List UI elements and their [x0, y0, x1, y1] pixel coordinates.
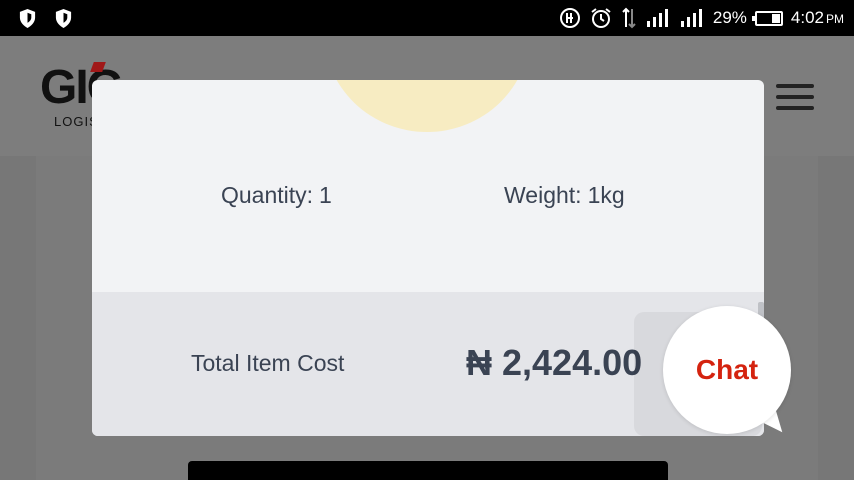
shield-icon: [55, 9, 72, 28]
weight-value: 1kg: [587, 182, 625, 208]
chat-label: Chat: [695, 354, 759, 385]
signal-icon: [680, 9, 702, 27]
alarm-icon: [591, 8, 611, 28]
quantity-value: 1: [319, 182, 332, 208]
quantity-detail: Quantity: 1: [221, 182, 332, 209]
data-transfer-icon: [622, 7, 636, 29]
clock: 4:02 PM: [790, 8, 844, 27]
weight-label: Weight:: [504, 182, 582, 208]
menu-icon[interactable]: [776, 84, 814, 110]
total-label: Total Item Cost: [191, 350, 345, 376]
weight-detail: Weight: 1kg: [504, 182, 625, 209]
battery-percent: 29%: [712, 8, 747, 27]
total-value: ₦ 2,424.00: [466, 342, 643, 383]
background-button[interactable]: [188, 461, 668, 480]
battery-icon: [751, 10, 783, 26]
shield-icon: [19, 9, 36, 28]
chat-button[interactable]: Chat: [663, 306, 791, 434]
signal-icon: [646, 9, 668, 27]
data-saver-icon: [559, 8, 580, 28]
status-bar: 29% 4:02 PM: [0, 0, 854, 36]
quantity-label: Quantity:: [221, 182, 314, 208]
item-image: [324, 80, 530, 132]
